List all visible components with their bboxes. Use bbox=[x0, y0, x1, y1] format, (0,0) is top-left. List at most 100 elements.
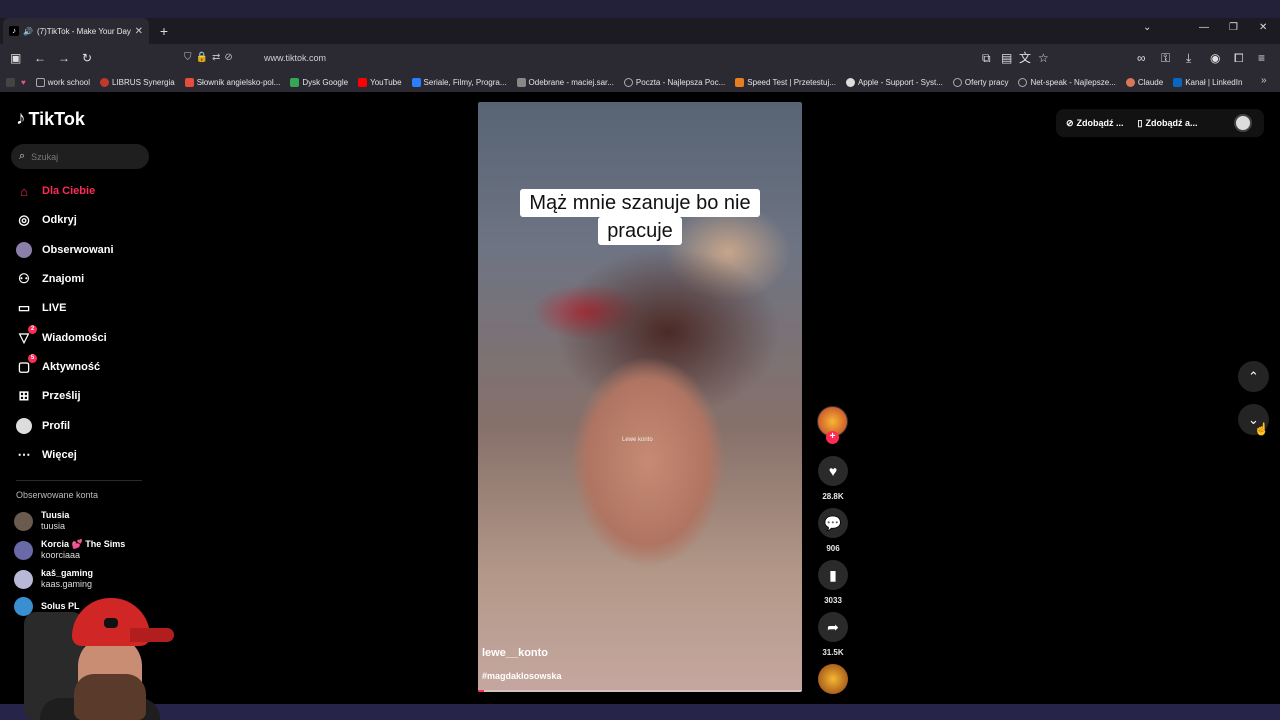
picture-in-picture-icon[interactable]: ⧉ bbox=[982, 51, 991, 65]
reload-icon[interactable]: ↻ bbox=[82, 51, 92, 65]
maximize-icon[interactable]: ❐ bbox=[1229, 22, 1238, 33]
bookmark-item[interactable]: Claude bbox=[1125, 77, 1163, 87]
tab-list-chevron-icon[interactable]: ⌄ bbox=[1143, 22, 1151, 33]
sidebar-item-following[interactable]: Obserwowani bbox=[16, 240, 114, 260]
video-author[interactable]: lewe__konto bbox=[482, 647, 548, 659]
search-icon: ⌕ bbox=[19, 150, 26, 162]
streamer-beard bbox=[74, 674, 146, 720]
sidebar-item-activity[interactable]: ▢ 5 Aktywność bbox=[16, 354, 100, 377]
bookmark-item[interactable]: ♥ bbox=[6, 77, 26, 87]
get-coins-button[interactable]: ⊘ Zdobądź ... bbox=[1066, 118, 1124, 129]
bookmark-item[interactable]: Dysk Google bbox=[290, 77, 348, 87]
sidebar-item-messages[interactable]: ▽ 2 Wiadomości bbox=[16, 325, 107, 348]
menu-icon[interactable]: ≡ bbox=[1258, 51, 1265, 65]
bookmark-item[interactable]: Speed Test | Przetestuj... bbox=[735, 77, 836, 87]
browser-tab-active[interactable]: ♪ 🔊 (7)TikTok - Make Your Day ✕ bbox=[3, 18, 149, 44]
followed-account[interactable]: Korcia 💕 The Sims koorciaaa bbox=[14, 539, 125, 561]
bookmark-item[interactable]: Kanał | LinkedIn bbox=[1173, 77, 1242, 87]
chevron-up-icon: ⌃ bbox=[1248, 368, 1259, 384]
sidebar-item-for-you[interactable]: ⌂ Dla Ciebie bbox=[16, 181, 95, 201]
search-input[interactable]: ⌕ Szukaj bbox=[11, 144, 149, 169]
top-right-actions: ⊘ Zdobądź ... ▯ Zdobądź a... bbox=[1056, 109, 1264, 137]
sidebar-item-live[interactable]: ▭ LIVE bbox=[16, 298, 67, 318]
close-window-icon[interactable]: ✕ bbox=[1259, 22, 1267, 33]
sidebar-toggle-icon[interactable]: ▣ bbox=[10, 51, 21, 65]
tiktok-logo[interactable]: ♪ TikTok bbox=[16, 108, 85, 130]
follow-plus-icon[interactable]: + bbox=[826, 431, 839, 444]
forward-arrow-icon[interactable]: → bbox=[58, 51, 70, 65]
profile-avatar-icon bbox=[16, 418, 32, 434]
bookmark-item[interactable]: Odebrane - maciej.sar... bbox=[516, 77, 614, 87]
bookmarks-overflow-icon[interactable]: » bbox=[1261, 75, 1267, 86]
followed-account[interactable]: Tuusia tuusia bbox=[14, 510, 69, 532]
user-avatar[interactable] bbox=[1234, 114, 1252, 132]
video-hashtag[interactable]: #magdaklosowska bbox=[482, 671, 562, 681]
followed-account[interactable]: kaš_gaming kaas.gaming bbox=[14, 568, 93, 590]
avatar bbox=[14, 540, 33, 560]
reader-view-icon[interactable]: ▤ bbox=[1001, 51, 1012, 65]
video-progress-bar[interactable] bbox=[478, 690, 802, 692]
mail-icon bbox=[516, 77, 526, 87]
speaker-icon[interactable]: 🔊 bbox=[23, 27, 33, 36]
folder-icon bbox=[6, 77, 15, 87]
private-mask-icon[interactable]: ∞ bbox=[1137, 51, 1146, 65]
player-icon bbox=[411, 77, 421, 87]
bookmark-item[interactable]: Net-speak - Najlepsze... bbox=[1018, 77, 1116, 87]
sidebar-item-profile[interactable]: Profil bbox=[16, 416, 70, 436]
bookmark-item[interactable]: Apple - Support - Syst... bbox=[845, 77, 943, 87]
tiktok-logo-icon: ♪ bbox=[16, 108, 26, 129]
sidebar-item-friends[interactable]: ⚇ Znajomi bbox=[16, 269, 84, 289]
bookmark-item[interactable]: LIBRUS Synergia bbox=[100, 77, 175, 87]
save-button[interactable]: ▮ bbox=[818, 560, 848, 590]
bookmark-item[interactable]: Słownik angielsko-pol... bbox=[184, 77, 280, 87]
downloads-icon[interactable]: ⤓ bbox=[1186, 51, 1191, 65]
globe-icon bbox=[623, 77, 633, 87]
youtube-icon bbox=[358, 77, 368, 87]
search-placeholder: Szukaj bbox=[31, 151, 59, 162]
bookmark-item[interactable]: work school bbox=[35, 77, 90, 87]
comment-count: 906 bbox=[826, 544, 840, 553]
share-button[interactable]: ➦ bbox=[818, 612, 848, 642]
bottom-strip bbox=[0, 704, 1280, 720]
librus-icon bbox=[100, 77, 109, 87]
site-permission-icons[interactable]: ⛉🔒⇄⊘ bbox=[184, 52, 237, 63]
messages-icon: ▽ 2 bbox=[16, 325, 37, 346]
sidebar-item-upload[interactable]: ⊞ Prześlij bbox=[16, 386, 81, 406]
heart-icon: ♥ bbox=[828, 463, 838, 479]
previous-video-button[interactable]: ⌃ bbox=[1238, 361, 1269, 392]
compass-icon: ◎ bbox=[18, 212, 30, 227]
bookmark-item[interactable]: Poczta - Najlepsza Poc... bbox=[623, 77, 725, 87]
video-player[interactable]: Mąż mnie szanuje bo nie pracuje Lewe kon… bbox=[478, 102, 802, 692]
webcam-overlay bbox=[0, 598, 178, 720]
video-caption: Mąż mnie szanuje bo nie pracuje bbox=[478, 189, 802, 245]
like-count: 28.8K bbox=[822, 492, 844, 501]
sidebar-item-explore[interactable]: ◎ Odkryj bbox=[16, 210, 77, 230]
address-bar[interactable]: www.tiktok.com bbox=[176, 47, 1056, 69]
tab-title: (7)TikTok - Make Your Day bbox=[36, 26, 131, 36]
sidebar-item-more[interactable]: ⋯ Więcej bbox=[16, 445, 77, 465]
bookmark-item[interactable]: Oferty pracy bbox=[952, 77, 1008, 87]
browser-nav-bar: ▣ ← → ↻ www.tiktok.com ⛉🔒⇄⊘ ⧉ ▤ 文 ☆ ∞ ⚿ … bbox=[0, 44, 1280, 72]
comment-button[interactable]: 💬 bbox=[818, 508, 848, 538]
bookmark-item[interactable]: YouTube bbox=[358, 77, 402, 87]
caption-line-1: Mąż mnie szanuje bo nie bbox=[520, 189, 760, 217]
get-app-button[interactable]: ▯ Zdobądź a... bbox=[1138, 118, 1198, 129]
music-disc-icon[interactable] bbox=[818, 664, 848, 694]
like-button[interactable]: ♥ bbox=[818, 456, 848, 486]
minimize-icon[interactable]: — bbox=[1199, 22, 1209, 33]
live-tv-icon: ▭ bbox=[17, 300, 31, 315]
phone-icon: ▯ bbox=[1137, 117, 1143, 128]
apple-icon bbox=[845, 77, 855, 87]
back-arrow-icon[interactable]: ← bbox=[34, 51, 46, 65]
account-icon[interactable]: ◉ bbox=[1210, 51, 1220, 65]
bookmark-item[interactable]: Seriale, Filmy, Progra... bbox=[411, 77, 507, 87]
translate-icon[interactable]: 文 bbox=[1019, 51, 1031, 65]
window-top-strip bbox=[0, 0, 1280, 18]
new-tab-button[interactable]: + bbox=[156, 21, 172, 41]
folder-icon bbox=[35, 77, 45, 87]
bookmark-star-icon[interactable]: ☆ bbox=[1038, 51, 1049, 65]
tab-close-icon[interactable]: ✕ bbox=[135, 26, 143, 37]
password-key-icon[interactable]: ⚿ bbox=[1161, 51, 1170, 65]
coin-icon: ⊘ bbox=[1066, 117, 1074, 128]
extensions-icon[interactable]: ⧠ bbox=[1234, 51, 1244, 65]
